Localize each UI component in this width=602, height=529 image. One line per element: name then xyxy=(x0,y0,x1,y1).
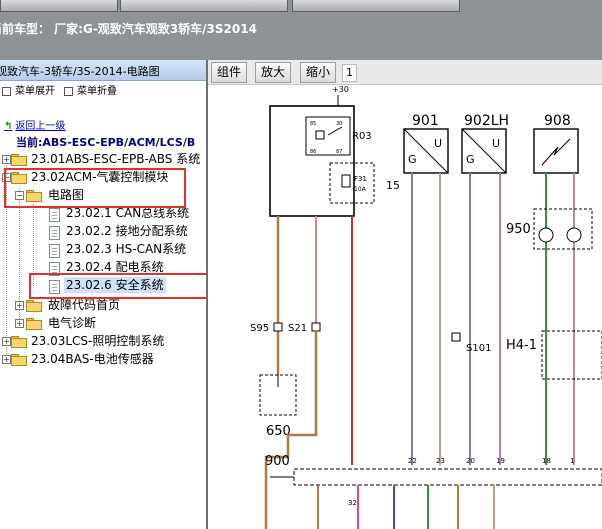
relay-contact xyxy=(327,126,343,136)
c950-label: 950 xyxy=(506,222,531,237)
sensor-diagonal xyxy=(461,128,507,174)
collapse-all-label: 菜单折叠 xyxy=(77,86,117,97)
pin-number: 22 xyxy=(408,457,417,465)
s21-label: S21 xyxy=(288,323,307,334)
component-h4-1 xyxy=(541,330,602,380)
splice-s101 xyxy=(451,332,461,342)
zoom-out-button[interactable]: 缩小 xyxy=(300,62,337,83)
navigation-tree-panel: 观致汽车-3轿车/3S-2014-电路图 菜单展开 菜单折叠 ↰ 返回上一级 当前… xyxy=(0,60,208,529)
f31-label: F31 xyxy=(354,175,367,183)
component-button[interactable]: 组件 xyxy=(211,62,248,83)
diagram-toolbar: 组件 放大 缩小 1 xyxy=(208,60,602,85)
pin-circle xyxy=(566,227,582,243)
plus30-label: +30 xyxy=(332,85,349,94)
pin-number: 1 xyxy=(570,457,574,465)
connector-15-label: 15 xyxy=(386,179,400,192)
tree-expander[interactable]: + xyxy=(2,337,11,346)
c902lh-label: 902LH xyxy=(464,113,509,129)
pin87-label: 87 xyxy=(336,149,342,155)
tree-node-dtc[interactable]: 故障代码首页 xyxy=(48,297,120,313)
highlight-box xyxy=(4,168,186,208)
tree-node-diagnostics[interactable]: 电气诊断 xyxy=(48,315,96,331)
folder-icon xyxy=(26,318,42,330)
page-number[interactable]: 1 xyxy=(342,64,357,82)
h41-label: H4-1 xyxy=(506,338,537,353)
top-tab-button[interactable] xyxy=(120,0,288,12)
tree-expander[interactable]: + xyxy=(15,319,24,328)
c901-label: 901 xyxy=(412,113,439,129)
u-label: U xyxy=(434,137,442,150)
expand-icon xyxy=(2,86,11,96)
c900-label: 900 xyxy=(265,454,290,469)
folder-icon xyxy=(26,300,42,312)
back-link[interactable]: ↰ 返回上一级 xyxy=(4,117,65,132)
panel-header: 观致汽车-3轿车/3S-2014-电路图 xyxy=(0,60,206,81)
tree-expander[interactable]: + xyxy=(15,301,24,310)
fuse-box xyxy=(329,162,375,204)
current-car-model: 当前车型： 厂家:G-观致汽车观致3轿车/3S2014 xyxy=(0,22,257,36)
fuse-f31 xyxy=(341,174,351,188)
pin-number: 20 xyxy=(466,457,475,465)
tree-expander[interactable]: + xyxy=(2,155,11,164)
document-icon xyxy=(49,208,60,222)
expand-all-label: 菜单展开 xyxy=(15,86,55,97)
tree-node-ground[interactable]: 23.02.2 接地分配系统 xyxy=(66,223,188,239)
panel-title: 观致汽车-3轿车/3S-2014-电路图 xyxy=(0,65,160,78)
tree-node-abs[interactable]: 23.01ABS-ESC-EPB-ABS 系统 xyxy=(31,151,200,167)
diagram-viewer: 组件 放大 缩小 1 +30 R03 85 30 86 87 F31 10A 1… xyxy=(208,60,602,529)
highlight-box xyxy=(29,273,206,299)
pin86-label: 86 xyxy=(310,149,316,155)
collapse-all-button[interactable]: 菜单折叠 xyxy=(64,82,117,97)
document-icon xyxy=(49,244,60,258)
splice-s95 xyxy=(273,322,283,332)
tree-node-bas[interactable]: 23.04BAS-电池传感器 xyxy=(31,351,154,367)
zoom-in-button[interactable]: 放大 xyxy=(255,62,292,83)
pin-number: 23 xyxy=(436,457,445,465)
tree-expander[interactable]: + xyxy=(2,355,11,364)
app-title-bar: 当前车型： 厂家:G-观致汽车观致3轿车/3S2014 xyxy=(0,0,602,60)
sensor-diagonal xyxy=(403,128,449,174)
back-arrow-icon: ↰ xyxy=(4,121,13,132)
s95-label: S95 xyxy=(250,323,269,334)
r03-label: R03 xyxy=(352,131,372,142)
expand-all-button[interactable]: 菜单展开 xyxy=(2,82,55,97)
pin-number: 32 xyxy=(348,499,357,507)
top-tab-button[interactable] xyxy=(0,0,118,12)
folder-icon xyxy=(11,336,27,348)
f31-rating-label: 10A xyxy=(354,186,367,193)
tree-node-lcs[interactable]: 23.03LCS-照明控制系统 xyxy=(31,333,164,349)
current-path: 当前:ABS-ESC-EPB/ACM/LCS/B xyxy=(16,136,196,149)
g-label: G xyxy=(466,153,475,166)
pin85-label: 85 xyxy=(310,121,316,127)
c908-label: 908 xyxy=(544,113,571,129)
top-tab-button[interactable] xyxy=(292,0,460,12)
lightning-icon xyxy=(541,138,571,166)
relay-coil xyxy=(315,130,325,140)
connector-900 xyxy=(293,468,602,486)
pin30-label: 30 xyxy=(336,121,342,127)
pin-number-row: 32 22 23 20 19 18 1 xyxy=(348,457,574,507)
collapse-icon xyxy=(64,86,73,96)
u-label: U xyxy=(492,137,500,150)
back-link-label: 返回上一级 xyxy=(15,121,66,132)
splice-s21 xyxy=(311,322,321,332)
document-icon xyxy=(49,226,60,240)
tree-node-hs-can[interactable]: 23.02.3 HS-CAN系统 xyxy=(66,241,186,257)
g-label: G xyxy=(408,153,417,166)
folder-icon xyxy=(11,154,27,166)
pin-number: 19 xyxy=(496,457,505,465)
pin-number: 18 xyxy=(542,457,551,465)
s101-label: S101 xyxy=(466,343,491,354)
pin-circle xyxy=(538,227,554,243)
folder-icon xyxy=(11,354,27,366)
wiring-diagram[interactable]: +30 R03 85 30 86 87 F31 10A 15 S95 S21 6… xyxy=(208,85,602,529)
